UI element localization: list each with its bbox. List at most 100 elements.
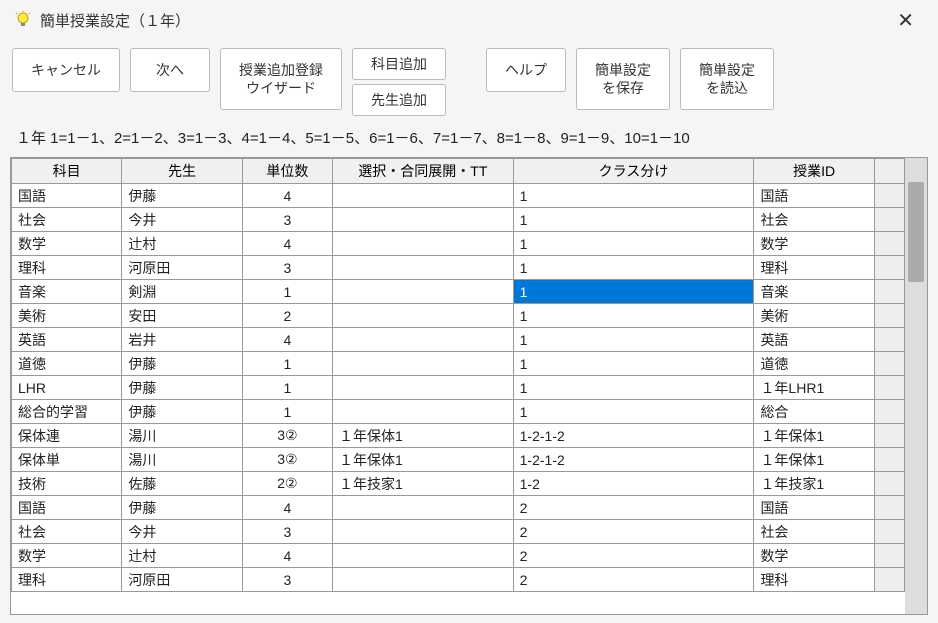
next-button[interactable]: 次へ (130, 48, 210, 92)
close-button[interactable]: ✕ (887, 4, 924, 37)
add-teacher-button[interactable]: 先生追加 (352, 84, 446, 116)
cell-units[interactable]: 4 (242, 496, 332, 520)
cell-id[interactable]: 国語 (754, 184, 874, 208)
scrollbar-thumb[interactable] (908, 182, 924, 282)
cell-teacher[interactable]: 伊藤 (122, 376, 242, 400)
cell-group[interactable] (333, 376, 514, 400)
cell-group[interactable] (333, 544, 514, 568)
cell-teacher[interactable]: 岩井 (122, 328, 242, 352)
cell-units[interactable]: 2 (242, 304, 332, 328)
cell-teacher[interactable]: 伊藤 (122, 184, 242, 208)
table-row[interactable]: 社会今井31社会 (12, 208, 905, 232)
table-row[interactable]: 総合的学習伊藤11総合 (12, 400, 905, 424)
cell-teacher[interactable]: 伊藤 (122, 400, 242, 424)
cell-id[interactable]: 音楽 (754, 280, 874, 304)
cell-class[interactable]: 1 (513, 400, 754, 424)
cell-id[interactable]: 数学 (754, 232, 874, 256)
cell-class[interactable]: 2 (513, 496, 754, 520)
cell-units[interactable]: 4 (242, 184, 332, 208)
cell-id[interactable]: １年技家1 (754, 472, 874, 496)
cell-class[interactable]: 1 (513, 256, 754, 280)
cell-units[interactable]: 3 (242, 520, 332, 544)
cell-subject[interactable]: 理科 (12, 568, 122, 592)
cell-extra[interactable] (874, 520, 904, 544)
cell-subject[interactable]: 美術 (12, 304, 122, 328)
cell-class[interactable]: 1-2-1-2 (513, 448, 754, 472)
cell-group[interactable] (333, 256, 514, 280)
cell-teacher[interactable]: 今井 (122, 208, 242, 232)
header-teacher[interactable]: 先生 (122, 159, 242, 184)
cell-teacher[interactable]: 今井 (122, 520, 242, 544)
cell-units[interactable]: 1 (242, 376, 332, 400)
table-row[interactable]: 理科河原田32理科 (12, 568, 905, 592)
cell-subject[interactable]: 理科 (12, 256, 122, 280)
cell-id[interactable]: 数学 (754, 544, 874, 568)
cell-class[interactable]: 1 (513, 184, 754, 208)
cell-teacher[interactable]: 河原田 (122, 568, 242, 592)
vertical-scrollbar[interactable] (905, 158, 927, 614)
table-row[interactable]: 美術安田21美術 (12, 304, 905, 328)
cell-id[interactable]: 社会 (754, 520, 874, 544)
cell-teacher[interactable]: 湯川 (122, 424, 242, 448)
cell-extra[interactable] (874, 376, 904, 400)
cell-class[interactable]: 1 (513, 328, 754, 352)
cell-extra[interactable] (874, 544, 904, 568)
cell-class[interactable]: 1 (513, 304, 754, 328)
cell-class[interactable]: 1 (513, 376, 754, 400)
cell-class[interactable]: 1 (513, 352, 754, 376)
cell-teacher[interactable]: 伊藤 (122, 496, 242, 520)
cell-subject[interactable]: 保体連 (12, 424, 122, 448)
cell-units[interactable]: 3 (242, 256, 332, 280)
cell-subject[interactable]: 国語 (12, 184, 122, 208)
cell-class[interactable]: 2 (513, 520, 754, 544)
cell-teacher[interactable]: 辻村 (122, 544, 242, 568)
header-units[interactable]: 単位数 (242, 159, 332, 184)
table-row[interactable]: 数学辻村42数学 (12, 544, 905, 568)
table-row[interactable]: LHR伊藤11１年LHR1 (12, 376, 905, 400)
header-class[interactable]: クラス分け (513, 159, 754, 184)
cell-extra[interactable] (874, 472, 904, 496)
cell-units[interactable]: 4 (242, 544, 332, 568)
table-row[interactable]: 英語岩井41英語 (12, 328, 905, 352)
table-row[interactable]: 国語伊藤41国語 (12, 184, 905, 208)
cell-units[interactable]: 4 (242, 328, 332, 352)
add-subject-button[interactable]: 科目追加 (352, 48, 446, 80)
cell-units[interactable]: 4 (242, 232, 332, 256)
cell-teacher[interactable]: 湯川 (122, 448, 242, 472)
cell-subject[interactable]: 音楽 (12, 280, 122, 304)
cell-class[interactable]: 1 (513, 232, 754, 256)
cell-units[interactable]: 1 (242, 400, 332, 424)
cell-extra[interactable] (874, 280, 904, 304)
table-row[interactable]: 技術佐藤2②１年技家11-2１年技家1 (12, 472, 905, 496)
cell-group[interactable] (333, 232, 514, 256)
cell-class[interactable]: 2 (513, 568, 754, 592)
cell-teacher[interactable]: 伊藤 (122, 352, 242, 376)
cell-extra[interactable] (874, 208, 904, 232)
cell-subject[interactable]: 数学 (12, 232, 122, 256)
cell-teacher[interactable]: 佐藤 (122, 472, 242, 496)
cell-units[interactable]: 1 (242, 280, 332, 304)
cell-group[interactable] (333, 304, 514, 328)
cell-subject[interactable]: 社会 (12, 520, 122, 544)
cell-units[interactable]: 3 (242, 208, 332, 232)
load-simple-button[interactable]: 簡単設定 を読込 (680, 48, 774, 110)
table-row[interactable]: 音楽剣淵11音楽 (12, 280, 905, 304)
table-scroll[interactable]: 科目 先生 単位数 選択・合同展開・TT クラス分け 授業ID 国語伊藤41国語… (11, 158, 905, 614)
table-row[interactable]: 保体連湯川3②１年保体11-2-1-2１年保体1 (12, 424, 905, 448)
cell-units[interactable]: 2② (242, 472, 332, 496)
table-row[interactable]: 社会今井32社会 (12, 520, 905, 544)
table-row[interactable]: 理科河原田31理科 (12, 256, 905, 280)
cell-id[interactable]: 総合 (754, 400, 874, 424)
cell-id[interactable]: １年保体1 (754, 448, 874, 472)
cell-id[interactable]: 国語 (754, 496, 874, 520)
cell-id[interactable]: 道徳 (754, 352, 874, 376)
cell-subject[interactable]: 技術 (12, 472, 122, 496)
table-row[interactable]: 数学辻村41数学 (12, 232, 905, 256)
cell-group[interactable] (333, 208, 514, 232)
header-group[interactable]: 選択・合同展開・TT (333, 159, 514, 184)
cell-class[interactable]: 1 (513, 280, 754, 304)
cell-group[interactable] (333, 184, 514, 208)
cell-group[interactable] (333, 280, 514, 304)
cell-units[interactable]: 1 (242, 352, 332, 376)
table-row[interactable]: 保体単湯川3②１年保体11-2-1-2１年保体1 (12, 448, 905, 472)
